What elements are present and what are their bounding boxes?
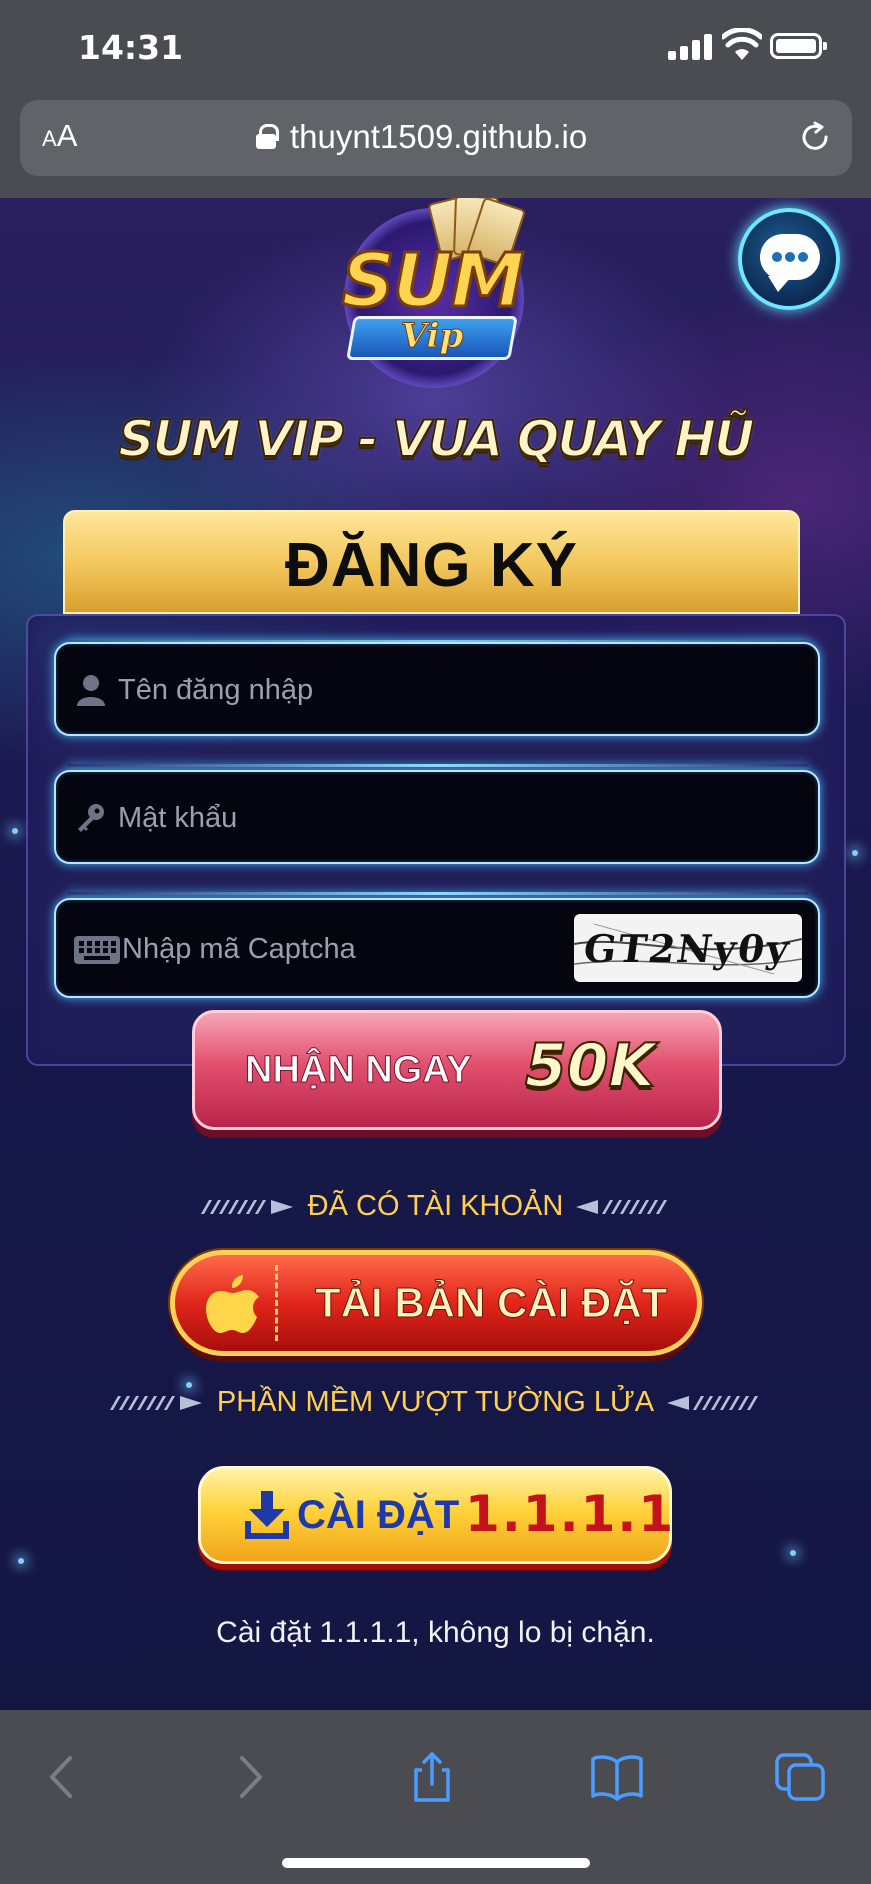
claim-amount: 50K xyxy=(524,1030,656,1102)
username-placeholder: Tên đăng nhập xyxy=(118,674,314,706)
tabs-icon[interactable] xyxy=(774,1752,828,1802)
lock-icon xyxy=(256,124,279,149)
captcha-field[interactable]: Nhập mã Captcha GT2Ny0y xyxy=(54,898,820,998)
captcha-placeholder: Nhập mã Captcha xyxy=(122,933,356,965)
claim-label: NHẬN NGAY xyxy=(245,1049,473,1092)
firewall-label: PHẦN MỀM VƯỢT TƯỜNG LỬA xyxy=(216,1386,655,1418)
install-1111-button[interactable]: CÀI ĐẶT 1.1.1.1 xyxy=(198,1466,676,1564)
username-field[interactable]: Tên đăng nhập xyxy=(54,642,820,736)
download-install-button[interactable]: TẢI BẢN CÀI ĐẶT xyxy=(170,1250,702,1356)
apple-icon xyxy=(206,1275,259,1333)
sparkle xyxy=(18,1558,24,1564)
status-bar: 14:31 xyxy=(0,0,871,100)
battery-icon xyxy=(770,33,827,59)
firewall-divider: PHẦN MỀM VƯỢT TƯỜNG LỬA xyxy=(0,1386,871,1419)
divider-deco-right xyxy=(575,1199,667,1214)
address-bar[interactable]: AA thuynt1509.github.io xyxy=(20,100,852,176)
share-icon[interactable] xyxy=(405,1752,459,1802)
captcha-code: GT2Ny0y xyxy=(580,926,794,971)
text-size-button[interactable]: AA xyxy=(42,118,77,154)
browser-toolbar xyxy=(0,1710,871,1884)
sparkle xyxy=(12,828,18,834)
download-icon xyxy=(245,1491,289,1539)
divider-deco-left xyxy=(110,1395,204,1410)
key-icon xyxy=(78,804,104,832)
password-placeholder: Mật khẩu xyxy=(118,802,238,834)
footnote-text: Cài đặt 1.1.1.1, không lo bị chặn. xyxy=(216,1616,655,1649)
install-1111-version: 1.1.1.1 xyxy=(465,1485,676,1543)
reload-icon[interactable] xyxy=(798,120,832,154)
keyboard-icon xyxy=(74,936,120,964)
password-field[interactable]: Mật khẩu xyxy=(54,770,820,864)
web-page: SUM Vip SUM VIP - VUA QUAY HŨ ĐĂNG KÝ Tê… xyxy=(0,198,871,1710)
register-header: ĐĂNG KÝ xyxy=(63,510,800,614)
back-icon[interactable] xyxy=(36,1752,90,1802)
download-install-label: TẢI BẢN CÀI ĐẶT xyxy=(314,1279,668,1327)
url-text[interactable]: thuynt1509.github.io xyxy=(290,118,587,156)
has-account-divider: ĐÃ CÓ TÀI KHOẢN xyxy=(0,1190,871,1223)
claim-50k-button[interactable]: NHẬN NGAY 50K xyxy=(192,1010,722,1130)
user-icon xyxy=(77,675,105,706)
register-title: ĐĂNG KÝ xyxy=(285,531,578,600)
page-tagline: SUM VIP - VUA QUAY HŨ xyxy=(117,409,755,469)
has-account-label: ĐÃ CÓ TÀI KHOẢN xyxy=(307,1190,564,1222)
wifi-icon xyxy=(722,28,762,60)
browser-address-area: AA thuynt1509.github.io xyxy=(0,100,871,198)
install-1111-label: CÀI ĐẶT xyxy=(297,1493,460,1537)
divider-deco-left xyxy=(201,1199,295,1214)
captcha-image[interactable]: GT2Ny0y xyxy=(574,914,802,982)
sparkle xyxy=(852,850,858,856)
divider-deco-right xyxy=(666,1395,758,1410)
register-form: Tên đăng nhập Mật khẩu Nhập mã Captcha G… xyxy=(26,614,846,1066)
home-indicator xyxy=(282,1858,590,1868)
forward-icon[interactable] xyxy=(222,1752,276,1802)
chat-button[interactable] xyxy=(738,208,840,310)
chat-icon xyxy=(760,234,820,292)
signal-icon xyxy=(668,34,712,60)
bookmarks-icon[interactable] xyxy=(590,1752,644,1802)
status-time: 14:31 xyxy=(78,28,184,67)
sumvip-logo: SUM Vip xyxy=(322,198,542,388)
sparkle xyxy=(790,1550,796,1556)
